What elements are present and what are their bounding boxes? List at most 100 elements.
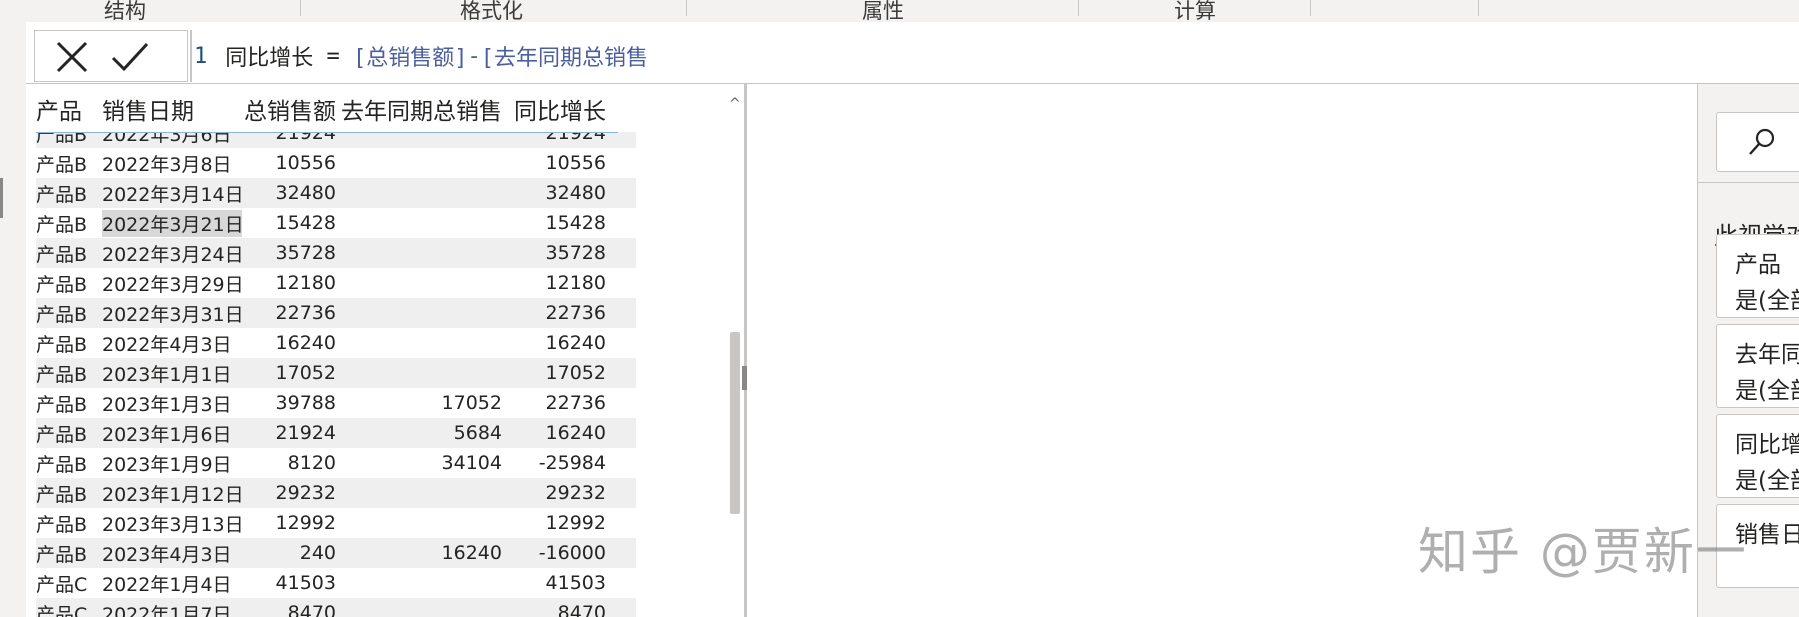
cell-product[interactable]: 产品B	[36, 270, 102, 297]
filter-search-input[interactable]: 搜	[1716, 112, 1799, 172]
cell-product[interactable]: 产品B	[36, 210, 102, 237]
cell-total-sales[interactable]: 16240	[242, 332, 340, 354]
table-row[interactable]: 产品C 2022年1月4日 41503 41503	[36, 568, 636, 598]
column-header-yoy-growth[interactable]: 同比增长	[512, 92, 614, 132]
cell-yoy-growth[interactable]: 22736	[512, 302, 614, 324]
table-row[interactable]: 产品B 2023年4月3日 240 16240 -16000	[36, 538, 636, 568]
cell-last-year-sales[interactable]: 5684	[340, 422, 512, 444]
cell-sale-date[interactable]: 2023年1月12日	[102, 480, 244, 507]
table-row[interactable]: 产品C 2022年1月7日 8470 8470	[36, 598, 636, 617]
cell-yoy-growth[interactable]: 12180	[512, 272, 614, 294]
cell-yoy-growth[interactable]: -16000	[512, 542, 614, 564]
cell-total-sales[interactable]: 21924	[242, 422, 340, 444]
cell-product[interactable]: 产品B	[36, 132, 102, 147]
cell-sale-date[interactable]: 2022年3月31日	[102, 300, 244, 327]
table-row[interactable]: 产品B 2023年1月12日 29232 29232	[36, 478, 636, 508]
cell-product[interactable]: 产品B	[36, 360, 102, 387]
table-row[interactable]: 产品B 2023年1月1日 17052 17052	[36, 358, 636, 388]
cell-sale-date[interactable]: 2022年3月14日	[102, 180, 244, 207]
cell-sale-date[interactable]: 2022年1月7日	[102, 600, 242, 617]
cell-yoy-growth[interactable]: 10556	[512, 152, 614, 174]
cell-total-sales[interactable]: 8470	[242, 602, 340, 617]
cell-total-sales[interactable]: 8120	[242, 452, 340, 474]
cell-product[interactable]: 产品B	[36, 510, 102, 537]
cell-yoy-growth[interactable]: 32480	[512, 182, 614, 204]
table-row[interactable]: 产品B 2022年3月21日 15428 15428	[36, 208, 636, 238]
cell-sale-date[interactable]: 2022年4月3日	[102, 330, 242, 357]
cell-sale-date[interactable]: 2022年3月8日	[102, 150, 242, 177]
cell-total-sales[interactable]: 21924	[242, 132, 340, 144]
cell-yoy-growth[interactable]: -25984	[512, 452, 614, 474]
scroll-up-icon[interactable]: ^	[729, 96, 741, 112]
column-header-sale-date[interactable]: 销售日期	[102, 92, 242, 132]
cell-product[interactable]: 产品B	[36, 240, 102, 267]
cell-yoy-growth[interactable]: 17052	[512, 362, 614, 384]
cell-product[interactable]: 产品C	[36, 570, 102, 597]
cell-yoy-growth[interactable]: 15428	[512, 212, 614, 234]
cell-sale-date[interactable]: 2022年3月24日	[102, 240, 244, 267]
cell-sale-date[interactable]: 2022年3月6日	[102, 132, 242, 147]
cell-product[interactable]: 产品B	[36, 420, 102, 447]
cell-yoy-growth[interactable]: 8470	[512, 602, 614, 617]
cell-yoy-growth[interactable]: 16240	[512, 332, 614, 354]
commit-button[interactable]	[105, 37, 155, 77]
table-row[interactable]: 产品B 2022年3月24日 35728 35728	[36, 238, 636, 268]
cell-last-year-sales[interactable]: 17052	[340, 392, 512, 414]
cell-total-sales[interactable]: 15428	[242, 212, 340, 234]
cell-last-year-sales[interactable]: 16240	[340, 542, 512, 564]
table-row[interactable]: 产品B 2023年3月13日 12992 12992	[36, 508, 636, 538]
cell-sale-date[interactable]: 2023年3月13日	[102, 510, 244, 537]
cell-total-sales[interactable]: 35728	[242, 242, 340, 264]
cell-product[interactable]: 产品C	[36, 600, 102, 617]
cell-yoy-growth[interactable]: 22736	[512, 392, 614, 414]
filter-card-last-year-sales[interactable]: 去年同 是(全部	[1716, 324, 1799, 408]
cell-yoy-growth[interactable]: 21924	[512, 132, 614, 144]
cell-sale-date[interactable]: 2023年1月3日	[102, 390, 242, 417]
table-row[interactable]: 产品B 2022年3月31日 22736 22736	[36, 298, 636, 328]
cell-sale-date[interactable]: 2022年1月4日	[102, 570, 242, 597]
table-scrollbar[interactable]: ^	[729, 84, 741, 617]
cell-sale-date[interactable]: 2023年1月6日	[102, 420, 242, 447]
cell-total-sales[interactable]: 10556	[242, 152, 340, 174]
cell-total-sales[interactable]: 12992	[242, 512, 340, 534]
cell-yoy-growth[interactable]: 35728	[512, 242, 614, 264]
cell-total-sales[interactable]: 29232	[242, 482, 340, 504]
cell-product[interactable]: 产品B	[36, 330, 102, 357]
cell-total-sales[interactable]: 240	[242, 542, 340, 564]
table-row[interactable]: 产品B 2023年1月9日 8120 34104 -25984	[36, 448, 636, 478]
filter-card-product[interactable]: 产品 是(全部	[1716, 234, 1799, 318]
table-row[interactable]: 产品B 2023年1月3日 39788 17052 22736	[36, 388, 636, 418]
cell-yoy-growth[interactable]: 16240	[512, 422, 614, 444]
cancel-button[interactable]	[47, 37, 97, 77]
cell-total-sales[interactable]: 17052	[242, 362, 340, 384]
table-row[interactable]: 产品B 2022年3月14日 32480 32480	[36, 178, 636, 208]
cell-sale-date[interactable]: 2023年4月3日	[102, 540, 242, 567]
cell-total-sales[interactable]: 39788	[242, 392, 340, 414]
cell-product[interactable]: 产品B	[36, 540, 102, 567]
cell-sale-date[interactable]: 2023年1月9日	[102, 450, 242, 477]
cell-sale-date[interactable]: 2022年3月21日	[102, 209, 244, 237]
cell-total-sales[interactable]: 22736	[242, 302, 340, 324]
table-row[interactable]: 产品B 2022年3月6日 21924 21924	[36, 132, 636, 148]
cell-product[interactable]: 产品B	[36, 480, 102, 507]
cell-product[interactable]: 产品B	[36, 390, 102, 417]
cell-sale-date[interactable]: 2022年3月29日	[102, 270, 244, 297]
filter-card-yoy-growth[interactable]: 同比增 是(全部	[1716, 414, 1799, 498]
column-header-total-sales[interactable]: 总销售额	[242, 92, 340, 132]
table-row[interactable]: 产品B 2023年1月6日 21924 5684 16240	[36, 418, 636, 448]
formula-editor[interactable]: 1 同比增长 = [总销售额] - [去年同期总销售	[194, 30, 648, 82]
cell-total-sales[interactable]: 41503	[242, 572, 340, 594]
scroll-thumb[interactable]	[730, 332, 740, 514]
cell-last-year-sales[interactable]: 34104	[340, 452, 512, 474]
table-row[interactable]: 产品B 2022年4月3日 16240 16240	[36, 328, 636, 358]
cell-yoy-growth[interactable]: 29232	[512, 482, 614, 504]
cell-yoy-growth[interactable]: 41503	[512, 572, 614, 594]
cell-product[interactable]: 产品B	[36, 300, 102, 327]
cell-product[interactable]: 产品B	[36, 450, 102, 477]
cell-product[interactable]: 产品B	[36, 150, 102, 177]
cell-sale-date[interactable]: 2023年1月1日	[102, 360, 242, 387]
cell-product[interactable]: 产品B	[36, 180, 102, 207]
cell-total-sales[interactable]: 12180	[242, 272, 340, 294]
column-header-last-year-sales[interactable]: 去年同期总销售	[340, 92, 512, 132]
table-row[interactable]: 产品B 2022年3月8日 10556 10556	[36, 148, 636, 178]
